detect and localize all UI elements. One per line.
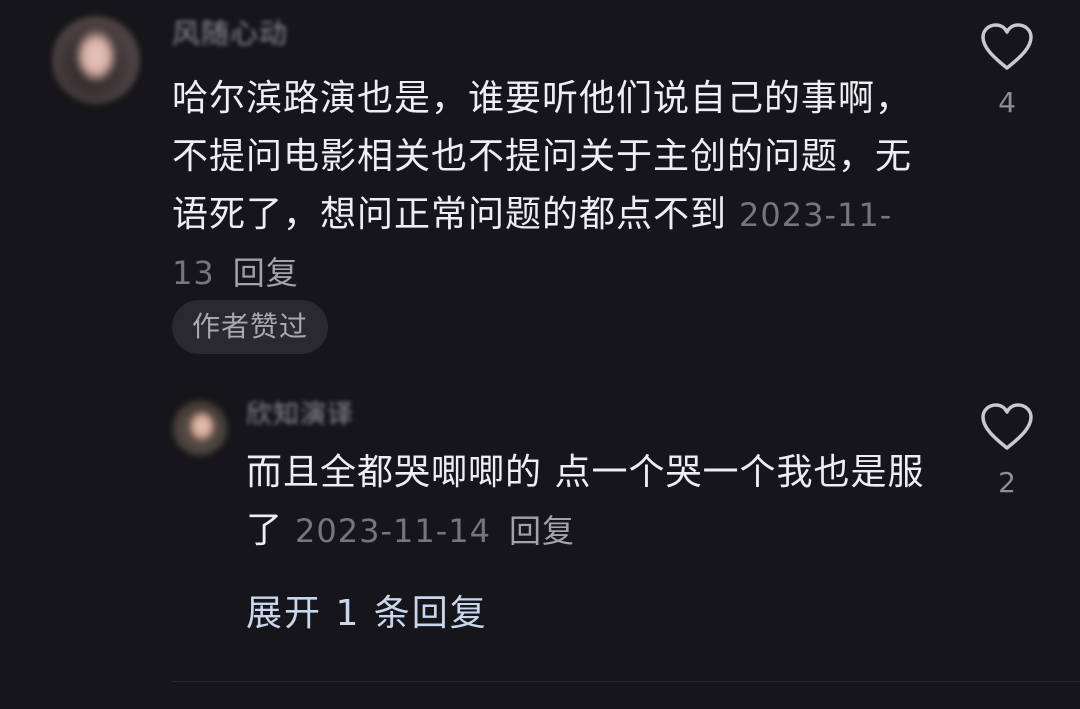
like-count: 4 [998,86,1016,119]
reply-like-count: 2 [998,466,1016,499]
heart-outline-icon [981,403,1033,450]
reply-date: 2023-11-14 [295,512,491,550]
reply-like-button[interactable]: 2 [972,402,1042,499]
comment-body[interactable]: 哈尔滨路演也是，谁要听他们说自己的事啊，不提问电影相关也不提问关于主创的问题，无… [172,70,932,302]
divider [172,681,1080,682]
comment-username[interactable]: 风随心动 [172,12,288,52]
reply-button[interactable]: 回复 [233,254,299,292]
reply-avatar[interactable] [172,400,228,456]
reply-body[interactable]: 而且全都哭唧唧的 点一个哭一个我也是服了 2023-11-14 回复 [246,444,936,560]
heart-outline-icon [981,23,1033,70]
like-button[interactable]: 4 [972,22,1042,119]
expand-replies-link[interactable]: 展开 1 条回复 [246,584,488,636]
avatar[interactable] [52,16,140,104]
comment-thread: 风随心动 哈尔滨路演也是，谁要听他们说自己的事啊，不提问电影相关也不提问关于主创… [0,0,1080,709]
reply-reply-button[interactable]: 回复 [509,512,575,550]
reply-username[interactable]: 欣知演译 [246,394,354,431]
author-liked-badge: 作者赞过 [172,300,329,354]
